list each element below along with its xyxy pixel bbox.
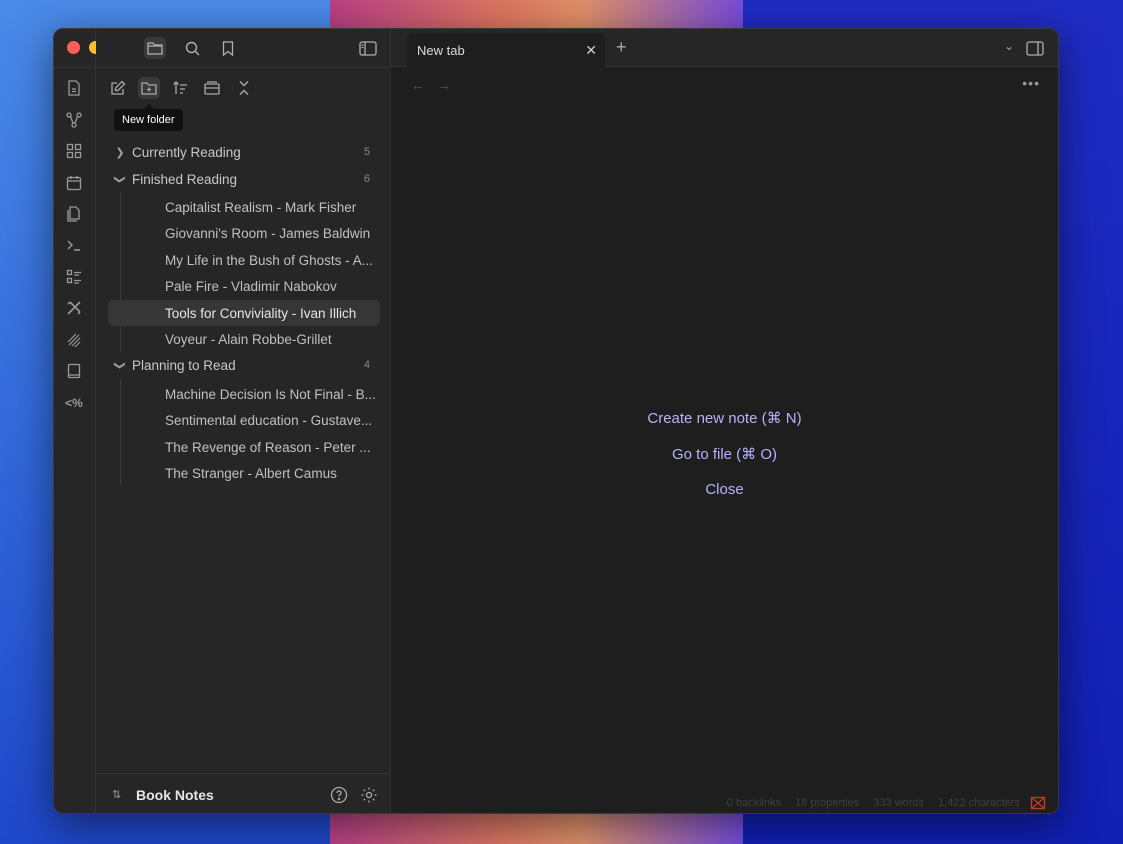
graph-view-icon[interactable] [64,110,84,130]
more-options-icon[interactable]: ••• [1022,75,1040,91]
file-item[interactable]: The Stranger - Albert Camus [108,460,380,486]
open-quick-switcher-icon[interactable] [64,78,84,98]
app-window: <% New folder ❯ Currently Reading 5 ❯ Fi… [53,28,1059,814]
checklist-icon[interactable] [64,267,84,287]
chevron-down-icon: ❯ [113,360,126,370]
tab-label: New tab [417,42,465,58]
status-properties: 18 properties [795,797,860,809]
new-tab-icon[interactable]: + [616,37,627,58]
tab-bar: New tab ✕ + ⌄ [391,29,1058,67]
sync-error-icon[interactable] [1030,795,1046,811]
close-tab-icon[interactable]: ✕ [585,42,597,59]
search-icon[interactable] [181,37,203,59]
vault-footer: ⇅ Book Notes [96,773,390,813]
book-icon[interactable] [64,361,84,381]
ribbon: <% [54,29,124,813]
folder-currently-reading[interactable]: ❯ Currently Reading 5 [108,139,380,165]
collapse-all-icon[interactable] [233,77,255,99]
file-item[interactable]: Giovanni's Room - James Baldwin [108,220,380,246]
main-pane: New tab ✕ + ⌄ ← → ••• Create new note (⌘… [391,29,1058,813]
file-item[interactable]: My Life in the Bush of Ghosts - A... [108,247,380,273]
calendar-icon[interactable] [64,173,84,193]
go-to-file-link[interactable]: Go to file (⌘ O) [672,437,777,473]
close-link[interactable]: Close [705,472,743,508]
back-arrow-icon[interactable]: ← [411,77,425,93]
file-item[interactable]: Machine Decision Is Not Final - B... [108,381,380,407]
tab-new-tab[interactable]: New tab ✕ [407,33,605,67]
forward-arrow-icon[interactable]: → [437,77,451,93]
file-explorer-sidebar: New folder ❯ Currently Reading 5 ❯ Finis… [96,29,391,813]
new-folder-tooltip: New folder [114,104,183,131]
new-folder-icon[interactable] [138,77,160,99]
status-words: 333 words [873,797,925,809]
status-backlinks[interactable]: 0 backlinks [727,797,781,809]
bookmark-icon[interactable] [217,37,239,59]
auto-reveal-icon[interactable] [201,77,223,99]
tools-icon[interactable] [64,298,84,318]
folder-label: Currently Reading [132,144,241,160]
folder-icon[interactable] [144,37,166,59]
chevron-down-icon: ❯ [113,174,126,184]
toggle-sidebar-icon[interactable] [357,37,379,59]
sort-icon[interactable] [169,77,191,99]
chevron-right-icon: ❯ [115,146,125,159]
empty-state-actions: Create new note (⌘ N) Go to file (⌘ O) C… [391,401,1058,508]
excalidraw-icon[interactable] [64,330,84,350]
file-item[interactable]: Pale Fire - Vladimir Nabokov [108,273,380,299]
close-window-button[interactable] [67,41,80,54]
folder-count: 4 [363,359,370,371]
folder-count: 6 [363,173,370,185]
file-item[interactable]: Voyeur - Alain Robbe-Grillet [108,326,380,352]
status-bar: 0 backlinks 18 properties 333 words 1,42… [727,797,1020,809]
create-new-note-link[interactable]: Create new note (⌘ N) [647,401,801,437]
folder-count: 5 [363,146,370,158]
file-item[interactable]: The Revenge of Reason - Peter ... [108,434,380,460]
settings-gear-icon[interactable] [359,785,379,805]
status-characters: 1,422 characters [938,797,1020,809]
vault-name[interactable]: Book Notes [136,787,214,803]
vault-switcher-icon[interactable]: ⇅ [112,788,121,801]
folder-planning-to-read[interactable]: ❯ Planning to Read 4 [108,352,380,378]
file-item[interactable]: Sentimental education - Gustave... [108,407,380,433]
file-item[interactable]: Capitalist Realism - Mark Fisher [108,194,380,220]
help-icon[interactable] [329,785,349,805]
code-template-icon[interactable]: <% [64,393,84,413]
divider [96,67,390,68]
folder-label: Finished Reading [132,171,238,187]
right-sidebar-toggle-icon[interactable] [1024,37,1046,59]
folder-finished-reading[interactable]: ❯ Finished Reading 6 [108,166,380,192]
new-note-icon[interactable] [107,77,129,99]
divider [54,67,95,68]
file-item-active[interactable]: Tools for Conviviality - Ivan Illich [108,300,380,326]
terminal-icon[interactable] [64,235,84,255]
folder-label: Planning to Read [132,357,236,373]
templates-icon[interactable] [64,204,84,224]
canvas-icon[interactable] [64,141,84,161]
tab-list-chevron-icon[interactable]: ⌄ [1004,39,1014,53]
